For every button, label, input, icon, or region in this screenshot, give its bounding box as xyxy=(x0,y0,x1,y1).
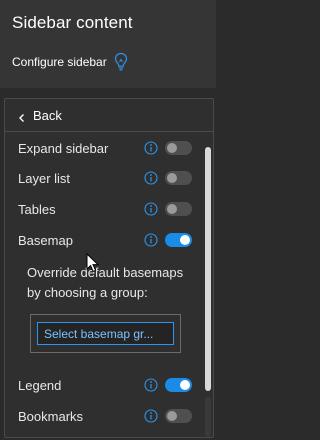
setting-row-expand-sidebar: Expand sidebar xyxy=(5,136,205,160)
setting-row-tables: Tables xyxy=(5,197,205,221)
back-button[interactable]: Back xyxy=(5,99,213,132)
bookmarks-toggle[interactable] xyxy=(165,409,192,423)
cursor-arrow-icon xyxy=(86,252,100,273)
info-icon[interactable] xyxy=(144,409,158,423)
legend-toggle[interactable] xyxy=(165,378,192,392)
tables-toggle[interactable] xyxy=(165,202,192,216)
setting-row-legend: Legend xyxy=(5,373,205,397)
setting-row-bookmarks: Bookmarks xyxy=(5,404,205,428)
scrollbar-thumb[interactable] xyxy=(205,147,211,391)
panel-header: Sidebar content Configure sidebar xyxy=(0,0,216,88)
setting-label: Bookmarks xyxy=(18,408,84,424)
sidebar-content-panel: Back Expand sidebar Layer list Tables Ba… xyxy=(4,98,214,438)
setting-label: Basemap xyxy=(18,232,73,248)
panel-scrollbar[interactable] xyxy=(204,141,212,437)
setting-label: Expand sidebar xyxy=(18,140,109,156)
configure-sidebar-row: Configure sidebar xyxy=(12,52,128,72)
setting-label: Legend xyxy=(18,377,62,393)
setting-label: Layer list xyxy=(18,170,71,186)
basemap-override-description: Override default basemaps by choosing a … xyxy=(27,265,184,300)
back-label: Back xyxy=(33,107,62,123)
configure-sidebar-label: Configure sidebar xyxy=(12,55,107,69)
basemap-group-box: Select basemap gr... xyxy=(30,314,181,353)
info-icon[interactable] xyxy=(144,171,158,185)
lightbulb-icon[interactable] xyxy=(114,52,128,72)
page-title: Sidebar content xyxy=(12,13,133,32)
expand-sidebar-toggle[interactable] xyxy=(165,141,192,155)
info-icon[interactable] xyxy=(144,233,158,247)
scrollbar-track[interactable] xyxy=(205,397,211,437)
chevron-left-icon xyxy=(17,110,27,122)
setting-row-layer-list: Layer list xyxy=(5,166,205,190)
setting-row-basemap: Basemap xyxy=(5,228,205,252)
info-icon[interactable] xyxy=(144,202,158,216)
info-icon[interactable] xyxy=(144,378,158,392)
info-icon[interactable] xyxy=(144,141,158,155)
select-basemap-group-button[interactable]: Select basemap gr... xyxy=(37,322,174,345)
layer-list-toggle[interactable] xyxy=(165,171,192,185)
basemap-toggle[interactable] xyxy=(165,233,192,247)
setting-label: Tables xyxy=(18,201,56,217)
